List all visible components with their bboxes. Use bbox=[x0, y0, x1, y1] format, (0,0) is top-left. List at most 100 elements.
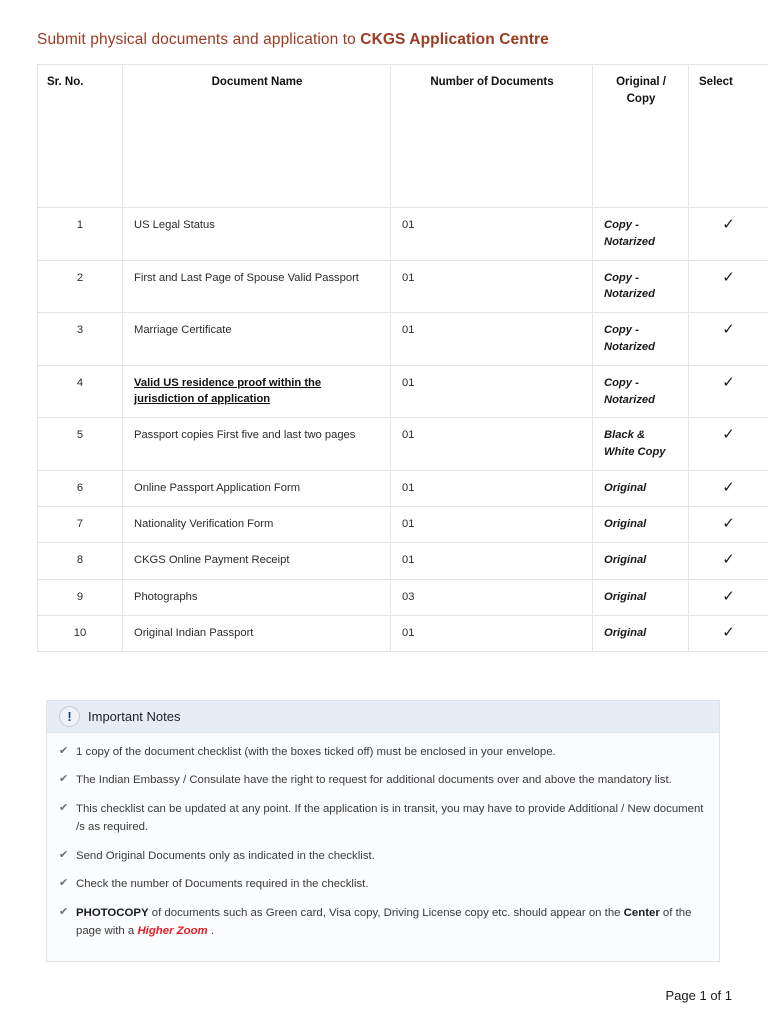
cell-sr-no: 1 bbox=[37, 207, 123, 261]
document-name-text: Valid US residence proof within the juri… bbox=[134, 376, 322, 406]
note-text: Check the number of Documents required i… bbox=[76, 878, 369, 891]
cell-number-of-documents: 01 bbox=[390, 506, 593, 544]
table-body: 1 US Legal Status 01 Copy - Notarized ✓ 2 Firs… bbox=[37, 207, 768, 653]
cell-number-of-documents: 01 bbox=[390, 259, 593, 314]
cell-original-copy: Original bbox=[592, 506, 689, 544]
check-bullet-icon: ✔ bbox=[59, 745, 69, 757]
checkmark-icon: ✓ bbox=[722, 426, 735, 444]
original-copy-text: Copy - Notarized bbox=[604, 271, 655, 301]
original-copy-text: Original bbox=[604, 626, 647, 639]
important-notes-title: Important Notes bbox=[88, 709, 181, 724]
table-row: 9 Photographs 03 Original ✓ bbox=[37, 578, 768, 616]
column-header-number-of-documents: Number of Documents bbox=[390, 64, 593, 208]
page-title: Submit physical documents and applicatio… bbox=[37, 31, 549, 49]
cell-document-name: Passport copies First five and last two … bbox=[122, 417, 391, 471]
cell-document-name: First and Last Page of Spouse Valid Pass… bbox=[122, 259, 391, 314]
cell-number-of-documents: 01 bbox=[390, 417, 593, 471]
note-item: ✔ The Indian Embassy / Consulate have the… bbox=[57, 771, 705, 789]
checkmark-icon: ✓ bbox=[722, 551, 735, 569]
cell-select: ✓ bbox=[688, 614, 768, 653]
table-header-row: Sr. No. Document Name Number of Document… bbox=[37, 64, 768, 208]
document-name-text: First and Last Page of Spouse Valid Pass… bbox=[134, 271, 359, 284]
cell-select: ✓ bbox=[688, 259, 768, 314]
cell-sr-no: 8 bbox=[37, 542, 123, 580]
original-copy-text: Copy - Notarized bbox=[604, 219, 655, 248]
cell-select: ✓ bbox=[688, 312, 768, 366]
cell-select: ✓ bbox=[688, 469, 768, 508]
cell-document-name: Photographs bbox=[122, 578, 391, 616]
cell-sr-no: 10 bbox=[37, 614, 123, 653]
document-name-text: US Legal Status bbox=[134, 219, 215, 231]
checkmark-icon: ✓ bbox=[722, 321, 735, 339]
document-name-text: CKGS Online Payment Receipt bbox=[134, 554, 290, 567]
check-bullet-icon: ✔ bbox=[59, 848, 69, 861]
original-copy-text: Original bbox=[604, 481, 647, 494]
original-copy-text: Original bbox=[604, 518, 647, 531]
cell-sr-no: 2 bbox=[37, 259, 123, 314]
note-text: This checklist can be updated at any poi… bbox=[76, 802, 704, 834]
document-name-text: Marriage Certificate bbox=[134, 324, 232, 337]
note-item: ✔ 1 copy of the document checklist (with … bbox=[57, 743, 705, 761]
note-item: ✔ Check the number of Documents required … bbox=[57, 875, 705, 893]
cell-select: ✓ bbox=[688, 207, 768, 261]
cell-number-of-documents: 03 bbox=[390, 578, 593, 616]
cell-select: ✓ bbox=[688, 578, 768, 616]
cell-original-copy: Original bbox=[592, 469, 689, 508]
checkmark-icon: ✓ bbox=[722, 268, 735, 286]
cell-document-name: Online Passport Application Form bbox=[122, 469, 391, 508]
column-header-sr-no: Sr. No. bbox=[37, 64, 123, 208]
checkmark-icon: ✓ bbox=[722, 515, 735, 533]
note-tail: . bbox=[207, 925, 215, 938]
page-number-footer: Page 1 of 1 bbox=[665, 988, 733, 1003]
important-notes-header: ! Important Notes bbox=[47, 701, 719, 733]
cell-original-copy: Original bbox=[592, 614, 689, 653]
check-bullet-icon: ✔ bbox=[59, 801, 69, 814]
document-name-text: Original Indian Passport bbox=[134, 626, 254, 639]
document-checklist-table: Sr. No. Document Name Number of Document… bbox=[37, 64, 768, 653]
cell-document-name: Marriage Certificate bbox=[122, 312, 391, 366]
cell-original-copy: Copy - Notarized bbox=[592, 207, 689, 261]
cell-number-of-documents: 01 bbox=[390, 364, 593, 419]
cell-document-name: CKGS Online Payment Receipt bbox=[122, 542, 391, 580]
document-page: Submit physical documents and applicatio… bbox=[0, 0, 768, 1024]
note-text: Send Original Documents only as indicate… bbox=[76, 849, 375, 862]
note-highlight-higher-zoom: Higher Zoom bbox=[137, 925, 208, 938]
cell-original-copy: Copy - Notarized bbox=[592, 259, 689, 314]
cell-original-copy: Black & White Copy bbox=[592, 417, 689, 471]
original-copy-text: Original bbox=[604, 554, 647, 567]
table-row: 10 Original Indian Passport 01 Original ✓ bbox=[37, 614, 768, 653]
cell-document-name: Nationality Verification Form bbox=[122, 506, 391, 544]
original-copy-text: Copy - Notarized bbox=[604, 324, 655, 353]
cell-document-name: US Legal Status bbox=[122, 207, 391, 261]
table-row: 1 US Legal Status 01 Copy - Notarized ✓ bbox=[37, 207, 768, 261]
note-mid-1: of documents such as Green card, Visa co… bbox=[148, 906, 624, 919]
checkmark-icon: ✓ bbox=[722, 216, 735, 233]
exclamation-icon: ! bbox=[59, 706, 80, 727]
column-header-select: Select bbox=[688, 64, 768, 208]
table-row: 8 CKGS Online Payment Receipt 01 Original ✓ bbox=[37, 542, 768, 580]
cell-number-of-documents: 01 bbox=[390, 207, 593, 261]
original-copy-text: Copy - Notarized bbox=[604, 376, 655, 406]
document-name-text: Passport copies First five and last two … bbox=[134, 429, 356, 442]
cell-sr-no: 6 bbox=[37, 469, 123, 508]
table-row: 6 Online Passport Application Form 01 Origi… bbox=[37, 469, 768, 508]
cell-select: ✓ bbox=[688, 417, 768, 471]
cell-select: ✓ bbox=[688, 542, 768, 580]
column-header-original-copy: Original / Copy bbox=[592, 64, 689, 208]
check-bullet-icon: ✔ bbox=[59, 905, 69, 918]
checkmark-icon: ✓ bbox=[722, 587, 735, 605]
table-row: 2 First and Last Page of Spouse Valid Pas… bbox=[37, 259, 768, 314]
important-notes-box: ! Important Notes ✔ 1 copy of the documen… bbox=[46, 700, 720, 962]
check-bullet-icon: ✔ bbox=[59, 877, 69, 890]
cell-select: ✓ bbox=[688, 506, 768, 544]
cell-sr-no: 9 bbox=[37, 578, 123, 616]
cell-original-copy: Copy - Notarized bbox=[592, 312, 689, 366]
cell-number-of-documents: 01 bbox=[390, 312, 593, 366]
original-copy-text: Original bbox=[604, 590, 647, 603]
note-item: ✔ This checklist can be updated at any po… bbox=[57, 800, 705, 837]
cell-sr-no: 4 bbox=[37, 364, 123, 419]
table-row: 3 Marriage Certificate 01 Copy - Notarized ✓ bbox=[37, 312, 768, 366]
checkmark-icon: ✓ bbox=[722, 373, 735, 391]
document-name-text: Nationality Verification Form bbox=[134, 518, 274, 531]
table-row: 7 Nationality Verification Form 01 Original… bbox=[37, 506, 768, 544]
